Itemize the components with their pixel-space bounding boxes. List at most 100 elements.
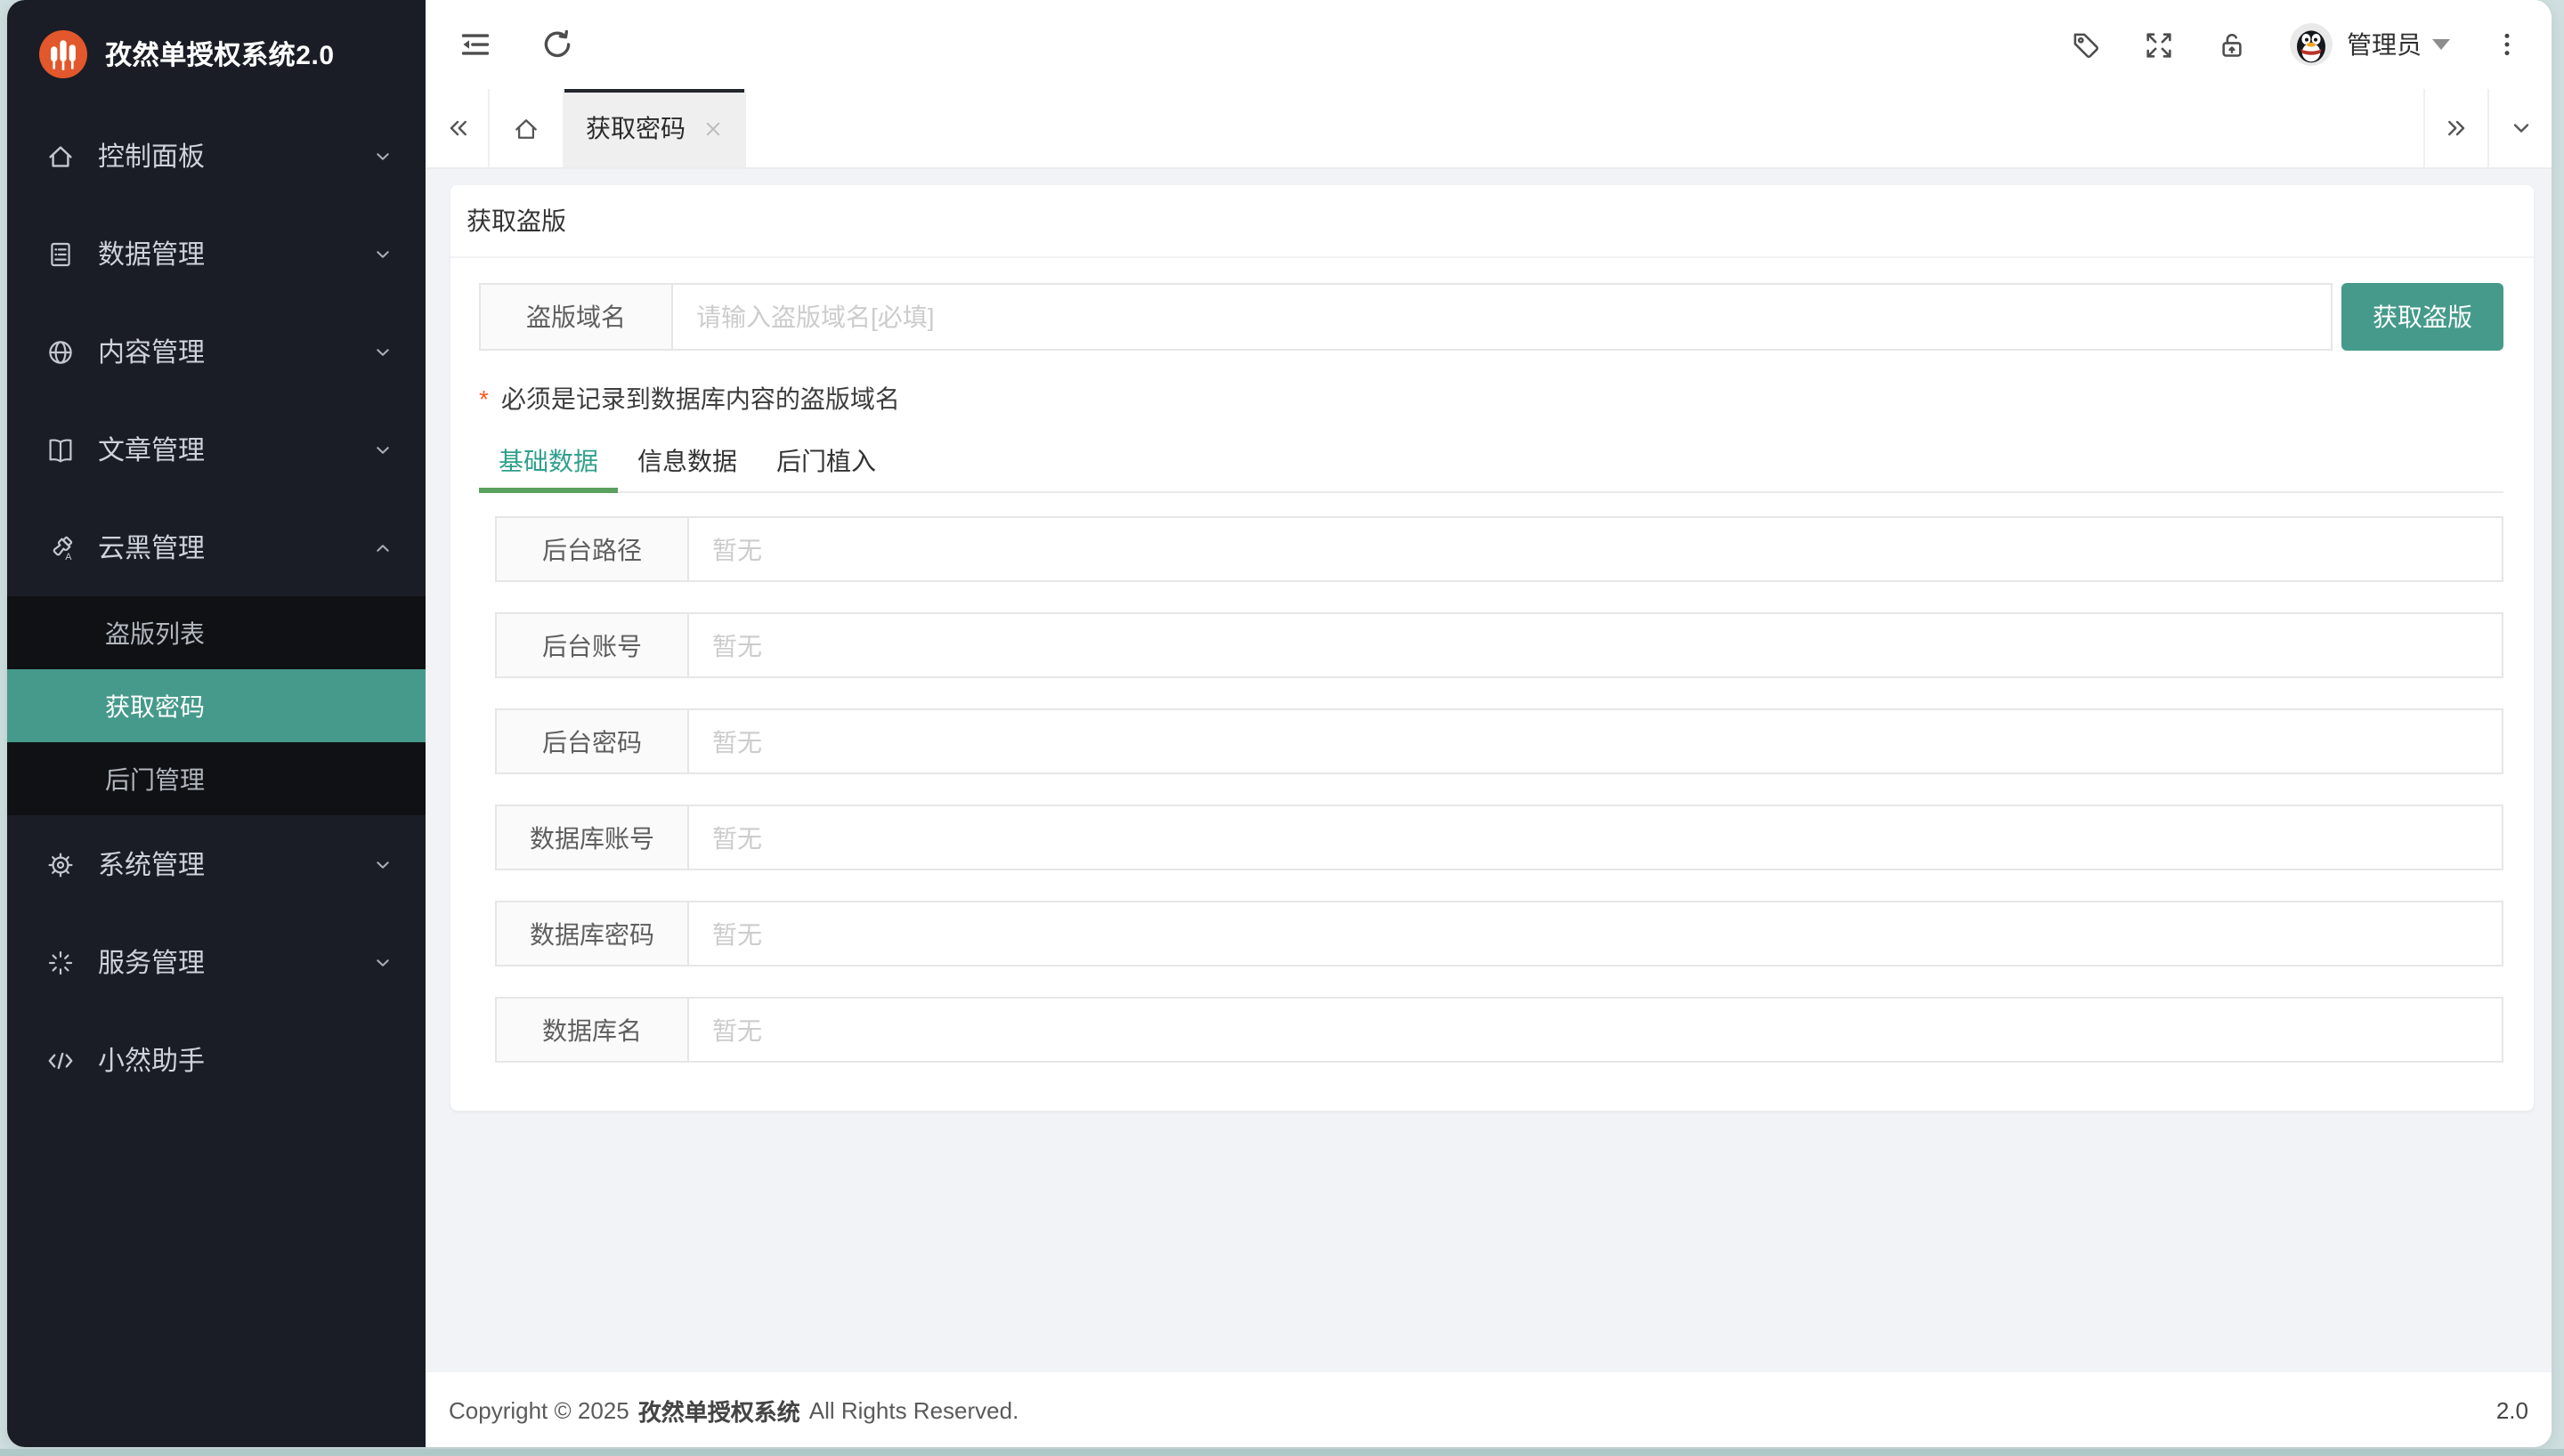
- tab-label: 后门植入: [776, 447, 876, 475]
- fullscreen-icon[interactable]: [2144, 29, 2174, 60]
- chevron-down-icon: [372, 853, 394, 875]
- collapse-sidebar-button[interactable]: [459, 28, 491, 61]
- field-row: 后台路径: [495, 516, 2503, 582]
- sidebar-item-label: 内容管理: [98, 333, 372, 370]
- chevron-down-icon: [372, 341, 394, 362]
- sidebar-item-label: 系统管理: [98, 845, 372, 883]
- footer: Copyright © 2025 孜然单授权系统 All Rights Rese…: [426, 1372, 2552, 1447]
- sidebar-subitem-pirate-list[interactable]: 盗版列表: [7, 596, 426, 669]
- kebab-menu-icon[interactable]: [2493, 30, 2521, 59]
- sidebar-item-service-management[interactable]: 服务管理: [7, 913, 426, 1011]
- database-password-label: 数据库密码: [495, 901, 689, 967]
- pirate-domain-group: 盗版域名: [479, 283, 2333, 351]
- logo: 孜然单授权系统2.0: [7, 0, 426, 107]
- gear-icon: [46, 850, 75, 878]
- sidebar-item-data-management[interactable]: 数据管理: [7, 205, 426, 303]
- tab-info-data[interactable]: 信息数据: [618, 440, 757, 491]
- sidebar-item-xiaoran-assistant[interactable]: 小然助手: [7, 1011, 426, 1109]
- backend-path-input[interactable]: [689, 516, 2503, 582]
- sidebar-subitem-label: 后门管理: [105, 761, 205, 797]
- avatar: [2290, 23, 2333, 66]
- tab-backdoor-implant[interactable]: 后门植入: [757, 440, 896, 491]
- required-note-text: 必须是记录到数据库内容的盗版域名: [501, 381, 900, 417]
- sidebar-item-label: 云黑管理: [98, 529, 372, 566]
- tab-bar: 获取密码: [426, 89, 2552, 169]
- app-window: 孜然单授权系统2.0 控制面板: [7, 0, 2552, 1447]
- backend-password-input[interactable]: [689, 708, 2503, 774]
- sidebar-item-label: 数据管理: [98, 235, 372, 272]
- data-tabs: 基础数据 信息数据 后门植入: [479, 440, 2503, 493]
- top-bar-actions: 管理员: [2071, 23, 2521, 66]
- close-icon[interactable]: [703, 118, 723, 138]
- get-pirate-button[interactable]: 获取盗版: [2341, 283, 2503, 351]
- field-row: 后台密码: [495, 708, 2503, 774]
- required-note: * 必须是记录到数据库内容的盗版域名: [479, 381, 2503, 417]
- backend-password-label: 后台密码: [495, 708, 689, 774]
- database-name-input[interactable]: [689, 997, 2503, 1063]
- sidebar-item-cloud-black-management[interactable]: A 云黑管理: [7, 498, 426, 596]
- copyright-post: All Rights Reserved.: [809, 1396, 1019, 1423]
- sidebar-item-label: 服务管理: [98, 943, 372, 981]
- tabs-scroll-left-button[interactable]: [426, 89, 490, 167]
- tag-icon[interactable]: [2071, 29, 2101, 60]
- get-pirate-card: 获取盗版 盗版域名 获取盗版 * 必须是记录到数据库内容的盗版域名: [450, 185, 2534, 1111]
- field-row: 数据库账号: [495, 805, 2503, 870]
- sidebar-subitem-backdoor-management[interactable]: 后门管理: [7, 742, 426, 815]
- sidebar: 孜然单授权系统2.0 控制面板: [7, 0, 426, 1447]
- backend-account-input[interactable]: [689, 612, 2503, 678]
- code-icon: [46, 1046, 75, 1074]
- refresh-icon[interactable]: [541, 28, 573, 61]
- document-icon: [46, 239, 75, 268]
- database-password-input[interactable]: [689, 901, 2503, 967]
- chevron-down-icon: [372, 951, 394, 973]
- sidebar-item-label: 小然助手: [98, 1041, 394, 1079]
- sparkle-icon: [46, 948, 75, 976]
- required-asterisk: *: [479, 384, 489, 413]
- user-name: 管理员: [2347, 27, 2422, 62]
- pirate-domain-input[interactable]: [673, 283, 2333, 351]
- sidebar-item-control-panel[interactable]: 控制面板: [7, 107, 426, 205]
- sidebar-subitem-get-password[interactable]: 获取密码: [7, 669, 426, 742]
- tab-label: 基础数据: [499, 447, 598, 475]
- home-tab[interactable]: [490, 89, 564, 167]
- user-menu[interactable]: 管理员: [2290, 23, 2450, 66]
- card-body: 盗版域名 获取盗版 * 必须是记录到数据库内容的盗版域名 基础数据: [450, 258, 2534, 1063]
- sidebar-item-system-management[interactable]: 系统管理: [7, 815, 426, 913]
- brush-icon: A: [46, 533, 75, 562]
- sidebar-menu: 控制面板 数据管理: [7, 107, 426, 1447]
- copyright-brand: 孜然单授权系统: [638, 1393, 800, 1427]
- caret-down-icon: [2432, 39, 2450, 50]
- tab-label: 信息数据: [637, 447, 737, 475]
- tabs-menu-button[interactable]: [2487, 89, 2552, 167]
- tabs-scroll-right-button[interactable]: [2423, 89, 2487, 167]
- version-label: 2.0: [2496, 1396, 2528, 1423]
- tab-basic-data[interactable]: 基础数据: [479, 440, 618, 491]
- database-account-input[interactable]: [689, 805, 2503, 870]
- sidebar-subitem-label: 获取密码: [105, 688, 205, 724]
- svg-text:A: A: [65, 551, 72, 562]
- backend-path-label: 后台路径: [495, 516, 689, 582]
- chevron-up-icon: [372, 537, 394, 558]
- field-row: 后台账号: [495, 612, 2503, 678]
- copyright-pre: Copyright © 2025: [449, 1396, 629, 1423]
- backend-account-label: 后台账号: [495, 612, 689, 678]
- tab-title: 获取密码: [586, 110, 686, 146]
- main-column: 管理员 获取密码: [426, 0, 2552, 1447]
- basic-data-panel: 后台路径 后台账号 后台密码 数据库账号: [479, 493, 2503, 1063]
- card-title: 获取盗版: [450, 185, 2534, 258]
- cloud-black-submenu: 盗版列表 获取密码 后门管理: [7, 596, 426, 815]
- page: 孜然单授权系统2.0 控制面板: [0, 0, 2564, 1456]
- pirate-domain-row: 盗版域名 获取盗版: [479, 283, 2503, 351]
- database-name-label: 数据库名: [495, 997, 689, 1063]
- chevron-down-icon: [372, 243, 394, 264]
- globe-icon: [46, 337, 75, 366]
- tab-get-password[interactable]: 获取密码: [564, 89, 746, 167]
- field-row: 数据库密码: [495, 901, 2503, 967]
- logo-icon: [39, 29, 87, 77]
- database-account-label: 数据库账号: [495, 805, 689, 870]
- lock-icon[interactable]: [2217, 29, 2247, 60]
- sidebar-item-article-management[interactable]: 文章管理: [7, 400, 426, 498]
- sidebar-item-content-management[interactable]: 内容管理: [7, 303, 426, 400]
- field-row: 数据库名: [495, 997, 2503, 1063]
- content-area: 获取盗版 盗版域名 获取盗版 * 必须是记录到数据库内容的盗版域名: [426, 169, 2552, 1372]
